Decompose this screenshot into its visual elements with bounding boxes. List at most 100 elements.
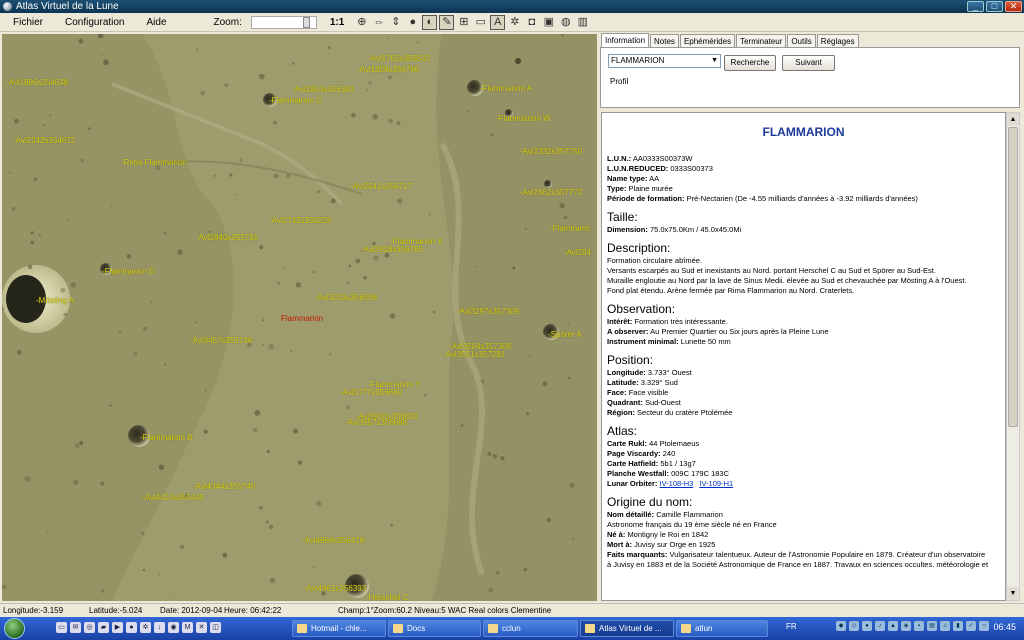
map-feature-label[interactable]: -Avl1762s356832 bbox=[368, 54, 430, 63]
map-feature-label[interactable]: -Avl3957s356688 bbox=[345, 418, 407, 427]
download-icon[interactable]: ↓ bbox=[154, 622, 165, 633]
menu-configuration[interactable]: Configuration bbox=[52, 17, 133, 28]
lunar-orbiter-link[interactable]: IV-109-H1 bbox=[699, 479, 733, 488]
map-feature-label[interactable]: -Avl4344s355746 bbox=[193, 482, 255, 491]
battery-icon[interactable]: ▮ bbox=[953, 621, 963, 631]
map-feature-label[interactable]: Flammarion bbox=[281, 314, 323, 323]
map-feature-label[interactable]: -Avl1896s354648 bbox=[6, 78, 68, 87]
map-feature-label[interactable]: -Flammaric bbox=[550, 224, 590, 233]
tab-notes[interactable]: Notes bbox=[650, 34, 679, 47]
map-feature-label[interactable]: -Avl4668s356418 bbox=[302, 536, 364, 545]
chevron-down-icon[interactable]: ▼ bbox=[711, 55, 718, 67]
map-feature-label[interactable]: -Avl2242s354672 bbox=[13, 136, 75, 145]
volume-icon[interactable]: ♫ bbox=[940, 621, 950, 631]
media-icon[interactable]: ▶ bbox=[112, 622, 123, 633]
map-feature-label[interactable]: -Flammarion A bbox=[480, 84, 532, 93]
map-feature-label[interactable]: -Rima Flammarion bbox=[121, 158, 187, 167]
map-feature-label[interactable]: -Avl1953s356383 bbox=[292, 85, 354, 94]
tray-icon[interactable]: ◇ bbox=[849, 621, 859, 631]
zoom-slider[interactable] bbox=[250, 15, 317, 29]
map-feature-label[interactable]: -Herschel C bbox=[366, 593, 408, 601]
taskbar-item[interactable]: Docs bbox=[388, 620, 481, 637]
map-feature-label[interactable]: -Avl2562s357773 bbox=[520, 188, 582, 197]
tray-icon[interactable]: ● bbox=[862, 621, 872, 631]
network-icon[interactable]: ▤ bbox=[927, 621, 937, 631]
map-feature-label[interactable]: -Avl2918s356765 bbox=[361, 245, 423, 254]
taskbar-item[interactable]: Atlas Virtuel de ... bbox=[580, 620, 674, 637]
tool-icon[interactable]: ✕ bbox=[196, 622, 207, 633]
map-feature-label[interactable]: -Avl294 bbox=[564, 248, 591, 257]
map-feature-label[interactable]: -Avl3457s355746 bbox=[190, 336, 252, 345]
lunar-orbiter-link[interactable]: IV-108-H3 bbox=[660, 479, 694, 488]
phase-icon[interactable]: ◐ bbox=[422, 14, 438, 30]
clock-icon[interactable]: ○ bbox=[979, 621, 989, 631]
taskbar-item[interactable]: cclun bbox=[483, 620, 578, 637]
maximize-button[interactable]: □ bbox=[986, 1, 1003, 12]
scroll-down-icon[interactable]: ▼ bbox=[1007, 587, 1019, 600]
flip-horizontal-icon[interactable]: ⇔ bbox=[371, 15, 386, 30]
map-feature-label[interactable]: -Avl2840s355781 bbox=[196, 233, 258, 242]
tab-terminateur[interactable]: Terminateur bbox=[736, 34, 787, 47]
camera-icon[interactable]: ◘ bbox=[524, 15, 539, 30]
minimize-button[interactable]: _ bbox=[967, 1, 984, 12]
menu-aide[interactable]: Aide bbox=[134, 17, 176, 28]
map-feature-label[interactable]: -Flammarion W bbox=[496, 114, 551, 123]
grid-globe-icon[interactable]: ⊞ bbox=[456, 15, 471, 30]
taskbar-item[interactable]: atlun bbox=[676, 620, 768, 637]
crosshair-globe-icon[interactable]: ⊕ bbox=[354, 15, 369, 30]
tab-outils[interactable]: Outils bbox=[787, 34, 816, 47]
tray-icon[interactable]: ♪ bbox=[875, 621, 885, 631]
settings-icon[interactable]: ✲ bbox=[140, 622, 151, 633]
formation-combo[interactable]: FLAMMARION ▼ bbox=[608, 54, 721, 68]
map-feature-label[interactable]: -Avl2742s356223 bbox=[269, 216, 331, 225]
moon-icon[interactable]: ● bbox=[405, 15, 420, 30]
language-indicator[interactable]: FR bbox=[786, 622, 797, 631]
flip-vertical-icon[interactable]: ⇕ bbox=[388, 15, 403, 30]
map-feature-label[interactable]: -Avl3551s357281 bbox=[443, 350, 505, 359]
tab-ephemerides[interactable]: Ephémérides bbox=[679, 34, 736, 47]
tray-icon[interactable]: ◈ bbox=[901, 621, 911, 631]
map-feature-label[interactable]: -Spörer A bbox=[548, 330, 582, 339]
map-feature-label[interactable]: -Avl4410s355445 bbox=[142, 493, 204, 502]
map-feature-label[interactable]: -Avl2541s356717 bbox=[350, 182, 412, 191]
mail-icon[interactable]: ✉ bbox=[70, 622, 81, 633]
map-feature-label[interactable]: -Flammarion D bbox=[102, 267, 155, 276]
window-icon[interactable]: ◫ bbox=[210, 622, 221, 633]
label-text-icon[interactable]: A bbox=[490, 14, 506, 30]
menu-fichier[interactable]: Fichier bbox=[0, 17, 52, 28]
tab-reglages[interactable]: Réglages bbox=[816, 34, 859, 47]
tray-icon[interactable]: ▲ bbox=[888, 621, 898, 631]
image-icon[interactable]: ▣ bbox=[541, 15, 556, 30]
start-button[interactable] bbox=[4, 618, 25, 639]
shield-icon[interactable]: ✓ bbox=[966, 621, 976, 631]
scroll-up-icon[interactable]: ▲ bbox=[1007, 113, 1019, 126]
info-scrollbar[interactable]: ▲ ▼ bbox=[1006, 112, 1020, 601]
map-feature-label[interactable]: -Mösting A bbox=[36, 296, 74, 305]
scroll-thumb[interactable] bbox=[1008, 127, 1018, 427]
folder-icon[interactable]: ▰ bbox=[98, 622, 109, 633]
suivant-button[interactable]: Suivant bbox=[782, 55, 835, 71]
web-globe-icon[interactable]: ◍ bbox=[558, 15, 573, 30]
tab-information[interactable]: Information bbox=[601, 33, 650, 47]
map-feature-label[interactable]: -Flammarion B bbox=[140, 433, 192, 442]
map-feature-label[interactable]: -Avl4961s356393 bbox=[304, 584, 366, 593]
map-feature-label[interactable]: -Flammarion C bbox=[269, 96, 322, 105]
settings-icon[interactable]: ✲ bbox=[507, 15, 522, 30]
browser-icon[interactable]: ◎ bbox=[84, 622, 95, 633]
map-feature-label[interactable]: -Avl2332s357750 bbox=[520, 147, 582, 156]
pin-icon[interactable]: ● bbox=[126, 622, 137, 633]
close-button[interactable]: ✕ bbox=[1005, 1, 1022, 12]
taskbar-item[interactable]: Hotmail - chle... bbox=[292, 620, 386, 637]
tray-icon[interactable]: ▪ bbox=[914, 621, 924, 631]
map-feature-label[interactable]: -Avl3297s357309 bbox=[457, 307, 519, 316]
map-feature-label[interactable]: -Avl3777s356660 bbox=[340, 388, 402, 397]
moon-map[interactable]: -Avl1762s356832 -Avl1828s356786 -Avl1896s3… bbox=[2, 34, 597, 601]
tray-icon[interactable]: ◆ bbox=[836, 621, 846, 631]
map-feature-label[interactable]: -Avl3203s356508 bbox=[315, 293, 377, 302]
desktop-icon[interactable]: ▭ bbox=[56, 622, 67, 633]
ruler-icon[interactable]: ▭ bbox=[473, 15, 488, 30]
gmail-icon[interactable]: M bbox=[182, 622, 193, 633]
zoom-slider-thumb[interactable] bbox=[303, 16, 311, 28]
map-feature-label[interactable]: -Avl1828s356786 bbox=[357, 65, 419, 74]
stop-icon[interactable]: ◉ bbox=[168, 622, 179, 633]
